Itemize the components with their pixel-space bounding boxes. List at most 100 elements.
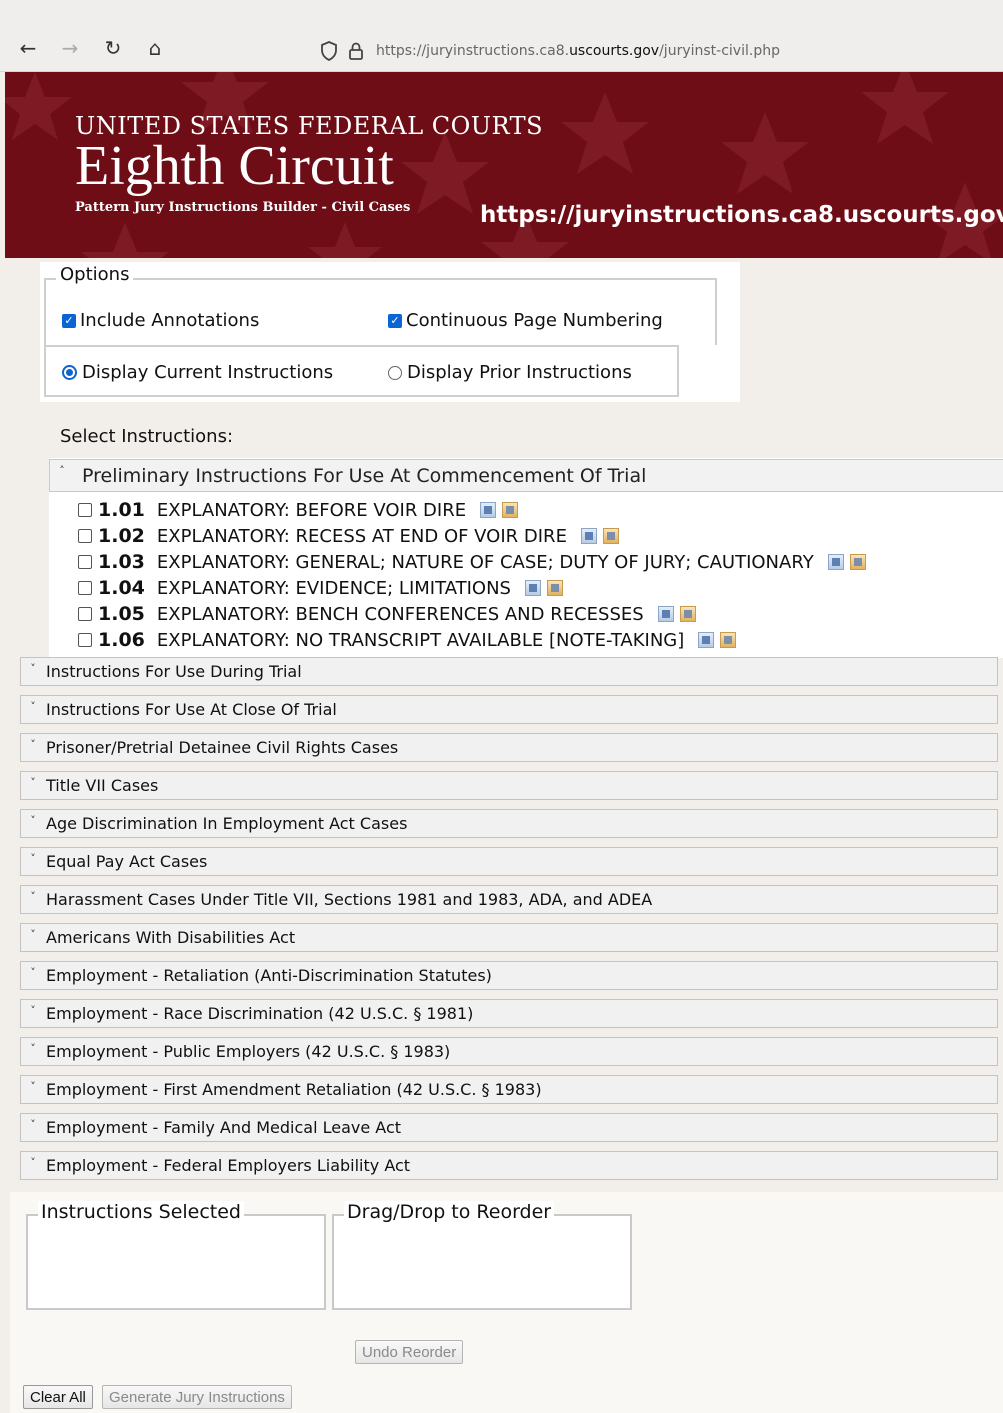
view-document-icon[interactable]	[524, 580, 541, 596]
chevron-down-icon: ˅	[30, 890, 36, 903]
instruction-checkbox[interactable]	[78, 503, 92, 517]
url-path: /juryinst-civil.php	[659, 43, 780, 59]
lock-icon	[349, 42, 363, 60]
section-header-title-vii[interactable]: ˅ Title VII Cases	[20, 771, 998, 800]
include-annotations-label: Include Annotations	[80, 310, 260, 331]
forward-icon[interactable]: →	[58, 36, 82, 60]
display-prior-option[interactable]: Display Prior Instructions	[388, 362, 632, 383]
section-header-prisoner-civil-rights[interactable]: ˅ Prisoner/Pretrial Detainee Civil Right…	[20, 733, 998, 762]
section-header-harassment[interactable]: ˅ Harassment Cases Under Title VII, Sect…	[20, 885, 998, 914]
display-current-label: Display Current Instructions	[82, 362, 334, 383]
instruction-item[interactable]: 1.01 EXPLANATORY: BEFORE VOIR DIRE	[78, 498, 519, 522]
instruction-number: 1.01	[98, 499, 145, 521]
reorder-legend: Drag/Drop to Reorder	[344, 1201, 555, 1223]
section-header-ada[interactable]: ˅ Americans With Disabilities Act	[20, 923, 998, 952]
generate-jury-instructions-button[interactable]: Generate Jury Instructions	[102, 1385, 292, 1409]
instruction-checkbox[interactable]	[78, 555, 92, 569]
chevron-down-icon: ˅	[30, 662, 36, 675]
download-document-icon[interactable]	[720, 632, 737, 648]
display-current-option[interactable]: Display Current Instructions	[62, 362, 333, 383]
section-header-retaliation[interactable]: ˅ Employment - Retaliation (Anti-Discrim…	[20, 961, 998, 990]
download-document-icon[interactable]	[602, 528, 619, 544]
section-title: Employment - Family And Medical Leave Ac…	[46, 1118, 402, 1137]
view-document-icon[interactable]	[827, 554, 844, 570]
back-icon[interactable]: ←	[16, 36, 40, 60]
instruction-number: 1.05	[98, 603, 145, 625]
chevron-down-icon: ˅	[30, 738, 36, 751]
instruction-item[interactable]: 1.04 EXPLANATORY: EVIDENCE; LIMITATIONS	[78, 576, 563, 600]
section-header-race-discrimination[interactable]: ˅ Employment - Race Discrimination (42 U…	[20, 999, 998, 1028]
section-header-equal-pay[interactable]: ˅ Equal Pay Act Cases	[20, 847, 998, 876]
display-prior-label: Display Prior Instructions	[407, 362, 632, 383]
chevron-down-icon: ˅	[30, 1004, 36, 1017]
continuous-numbering-option[interactable]: ✓ Continuous Page Numbering	[388, 310, 663, 331]
download-document-icon[interactable]	[679, 606, 696, 622]
instruction-number: 1.06	[98, 629, 145, 651]
instruction-checkbox[interactable]	[78, 581, 92, 595]
view-document-icon[interactable]	[698, 632, 715, 648]
section-title: Age Discrimination In Employment Act Cas…	[46, 814, 408, 833]
instruction-checkbox[interactable]	[78, 529, 92, 543]
section-header-preliminary[interactable]: ˄ Preliminary Instructions For Use At Co…	[49, 459, 1003, 492]
instruction-number: 1.04	[98, 577, 145, 599]
section-title: Americans With Disabilities Act	[46, 928, 296, 947]
instruction-item[interactable]: 1.02 EXPLANATORY: RECESS AT END OF VOIR …	[78, 524, 619, 548]
instruction-title: EXPLANATORY: EVIDENCE; LIMITATIONS	[156, 577, 511, 599]
instruction-title: EXPLANATORY: NO TRANSCRIPT AVAILABLE [NO…	[156, 629, 685, 651]
instruction-item[interactable]: 1.05 EXPLANATORY: BENCH CONFERENCES AND …	[78, 602, 696, 626]
include-annotations-option[interactable]: ✓ Include Annotations	[62, 310, 259, 331]
download-document-icon[interactable]	[546, 580, 563, 596]
section-title: Instructions For Use During Trial	[46, 662, 302, 681]
section-header-first-amendment[interactable]: ˅ Employment - First Amendment Retaliati…	[20, 1075, 998, 1104]
section-header-fmla[interactable]: ˅ Employment - Family And Medical Leave …	[20, 1113, 998, 1142]
instruction-checkbox[interactable]	[78, 607, 92, 621]
instruction-title: EXPLANATORY: BENCH CONFERENCES AND RECES…	[156, 603, 644, 625]
radio-unselected-icon[interactable]	[388, 365, 402, 380]
section-title: Employment - Retaliation (Anti-Discrimin…	[46, 966, 492, 985]
view-document-icon[interactable]	[580, 528, 597, 544]
section-header-public-employers[interactable]: ˅ Employment - Public Employers (42 U.S.…	[20, 1037, 998, 1066]
browser-toolbar: ← → ↻ ⌂ https://juryinstructions.ca8. usc…	[0, 0, 1003, 72]
url-host: uscourts.gov	[569, 43, 660, 59]
view-document-icon[interactable]	[480, 502, 497, 518]
checkbox-checked-icon[interactable]: ✓	[62, 313, 76, 328]
radio-selected-icon[interactable]	[62, 365, 77, 380]
clear-all-button[interactable]: Clear All	[23, 1385, 93, 1409]
instruction-title: EXPLANATORY: GENERAL; NATURE OF CASE; DU…	[156, 551, 814, 573]
instruction-checkbox[interactable]	[78, 633, 92, 647]
banner-title: Eighth Circuit	[75, 135, 394, 197]
reload-icon[interactable]: ↻	[101, 36, 125, 60]
section-title: Harassment Cases Under Title VII, Sectio…	[46, 890, 653, 909]
undo-reorder-button[interactable]: Undo Reorder	[355, 1340, 464, 1364]
section-header-fela[interactable]: ˅ Employment - Federal Employers Liabili…	[20, 1151, 998, 1180]
chevron-down-icon: ˅	[30, 1080, 36, 1093]
view-document-icon[interactable]	[657, 606, 674, 622]
instruction-number: 1.02	[98, 525, 145, 547]
download-document-icon[interactable]	[849, 554, 866, 570]
chevron-up-icon: ˄	[59, 464, 65, 477]
section-title: Employment - Public Employers (42 U.S.C.…	[46, 1042, 451, 1061]
instruction-item[interactable]: 1.03 EXPLANATORY: GENERAL; NATURE OF CAS…	[78, 550, 866, 574]
section-header-during-trial[interactable]: ˅ Instructions For Use During Trial	[20, 657, 998, 686]
url-prefix: https://juryinstructions.ca8.	[376, 43, 570, 59]
checkbox-checked-icon[interactable]: ✓	[388, 313, 402, 328]
section-header-age-discrimination[interactable]: ˅ Age Discrimination In Employment Act C…	[20, 809, 998, 838]
chevron-down-icon: ˅	[30, 700, 36, 713]
address-bar[interactable]: https://juryinstructions.ca8. uscourts.go…	[318, 36, 1003, 66]
instructions-selected-list[interactable]	[26, 1214, 326, 1310]
home-icon[interactable]: ⌂	[143, 36, 167, 60]
chevron-down-icon: ˅	[30, 928, 36, 941]
chevron-down-icon: ˅	[30, 852, 36, 865]
section-title: Instructions For Use At Close Of Trial	[46, 700, 337, 719]
chevron-down-icon: ˅	[30, 814, 36, 827]
instruction-number: 1.03	[98, 551, 145, 573]
continuous-numbering-label: Continuous Page Numbering	[406, 310, 663, 331]
chevron-down-icon: ˅	[30, 1042, 36, 1055]
section-title: Employment - First Amendment Retaliation…	[46, 1080, 542, 1099]
instructions-selected-legend: Instructions Selected	[38, 1201, 244, 1223]
instruction-item[interactable]: 1.06 EXPLANATORY: NO TRANSCRIPT AVAILABL…	[78, 628, 737, 652]
reorder-list[interactable]	[332, 1214, 632, 1310]
download-document-icon[interactable]	[502, 502, 519, 518]
section-header-close-of-trial[interactable]: ˅ Instructions For Use At Close Of Trial	[20, 695, 998, 724]
chevron-down-icon: ˅	[30, 966, 36, 979]
